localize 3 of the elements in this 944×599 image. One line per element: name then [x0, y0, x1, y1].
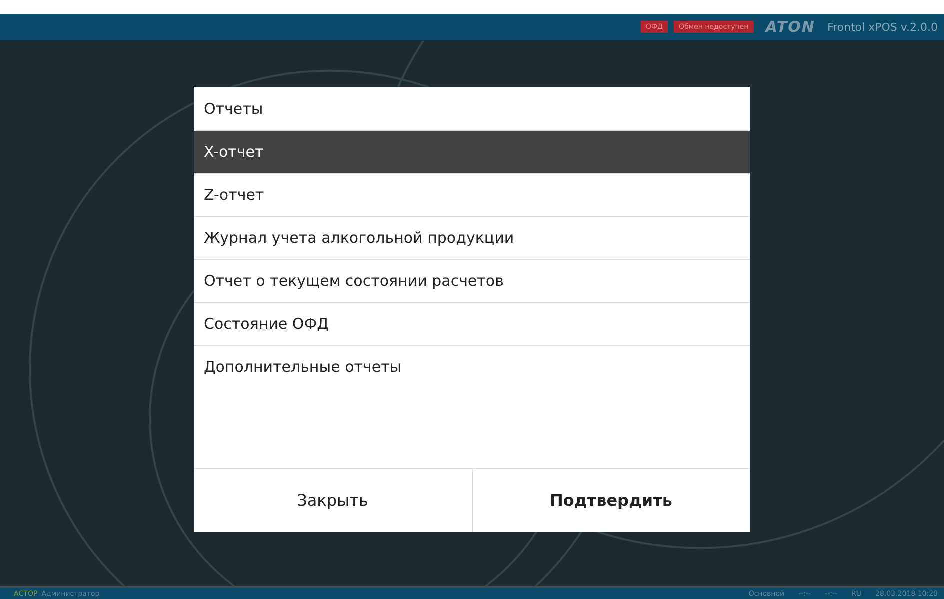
app-title: Frontol xPOS v.2.0.0 — [827, 20, 938, 34]
logo-text: ATON — [766, 18, 816, 36]
report-item[interactable]: X-отчет — [194, 131, 750, 174]
